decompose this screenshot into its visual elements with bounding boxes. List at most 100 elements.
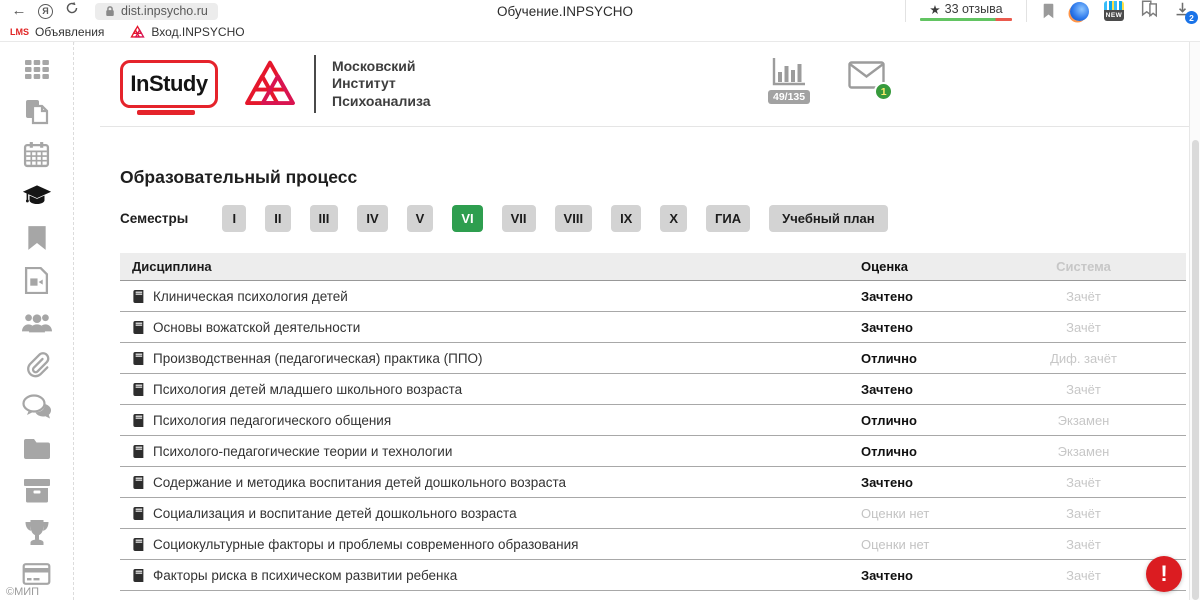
sidebar-item-education[interactable] bbox=[22, 181, 52, 211]
semester-tab-gia[interactable]: ГИА bbox=[706, 205, 750, 232]
downloads-button[interactable]: 2 bbox=[1174, 1, 1194, 21]
collections-icon bbox=[1139, 0, 1159, 18]
discipline-name: Содержание и методика воспитания детей д… bbox=[153, 475, 566, 490]
lms-favicon: LMS bbox=[10, 27, 29, 37]
grading-system: Экзамен bbox=[981, 444, 1186, 459]
semester-tab-3[interactable]: III bbox=[310, 205, 339, 232]
documents-icon bbox=[24, 99, 50, 125]
grade-value: Отлично bbox=[861, 444, 981, 459]
grade-value: Зачтено bbox=[861, 320, 981, 335]
bookmark-item-ads[interactable]: LMS Объявления bbox=[10, 25, 104, 39]
folder-icon bbox=[23, 437, 51, 460]
sidebar-item-groups[interactable] bbox=[22, 307, 52, 337]
institute-name: Московский Институт Психоанализа bbox=[332, 58, 431, 109]
page-content: Образовательный процесс Семестры I II II… bbox=[75, 167, 1189, 591]
new-extension-button[interactable]: NEW bbox=[1104, 1, 1124, 21]
sidebar-item-files[interactable] bbox=[22, 433, 52, 463]
sidebar-item-archive[interactable] bbox=[22, 475, 52, 505]
grading-system: Зачёт bbox=[981, 382, 1186, 397]
semester-tab-8[interactable]: VIII bbox=[555, 205, 593, 232]
exclamation-icon: ! bbox=[1160, 563, 1167, 585]
bookmark-label: Объявления bbox=[35, 25, 104, 39]
table-row[interactable]: Психолого-педагогические теории и технол… bbox=[120, 436, 1186, 467]
instudy-logo[interactable]: InStudy bbox=[120, 60, 218, 108]
progress-stats-button[interactable]: 49/135 bbox=[768, 57, 810, 104]
semester-tab-2[interactable]: II bbox=[265, 205, 290, 232]
page-title: Образовательный процесс bbox=[120, 167, 1189, 188]
sidebar-item-apps-grid[interactable] bbox=[22, 55, 52, 85]
grade-value: Оценки нет bbox=[861, 506, 981, 521]
mip-favicon bbox=[130, 25, 145, 39]
semester-tab-5[interactable]: V bbox=[407, 205, 434, 232]
url-text: dist.inpsycho.ru bbox=[121, 4, 208, 18]
main-area: InStudy Московский Институт Психоанализа bbox=[75, 42, 1189, 600]
discipline-name: Социокультурные факторы и проблемы совре… bbox=[153, 537, 578, 552]
semester-tab-6-active[interactable]: VI bbox=[452, 205, 482, 232]
address-bar[interactable]: dist.inpsycho.ru bbox=[95, 3, 218, 20]
semester-tab-9[interactable]: IX bbox=[611, 205, 641, 232]
table-row[interactable]: Факторы риска в психическом развитии реб… bbox=[120, 560, 1186, 591]
book-icon bbox=[132, 383, 145, 396]
table-row[interactable]: Психология детей младшего школьного возр… bbox=[120, 374, 1186, 405]
back-button[interactable]: ← bbox=[6, 0, 32, 22]
mail-button[interactable]: 1 bbox=[848, 61, 885, 94]
book-icon bbox=[132, 352, 145, 365]
app-sidebar bbox=[0, 42, 74, 600]
bookmark-flag-button[interactable] bbox=[1042, 3, 1055, 19]
semester-tab-7[interactable]: VII bbox=[502, 205, 536, 232]
sidebar-item-messages[interactable] bbox=[22, 391, 52, 421]
institute-name-line: Психоанализа bbox=[332, 93, 431, 110]
semester-tab-4[interactable]: IV bbox=[357, 205, 387, 232]
bookmark-item-login[interactable]: Вход.INPSYCHO bbox=[130, 25, 244, 39]
sidebar-item-calendar[interactable] bbox=[22, 139, 52, 169]
book-icon bbox=[132, 569, 145, 582]
bookmark-label: Вход.INPSYCHO bbox=[151, 25, 244, 39]
trophy-icon bbox=[24, 519, 50, 546]
download-count-badge: 2 bbox=[1185, 11, 1198, 24]
curriculum-plan-button[interactable]: Учебный план bbox=[769, 205, 887, 232]
table-row[interactable]: Социализация и воспитание детей дошкольн… bbox=[120, 498, 1186, 529]
grade-value: Оценки нет bbox=[861, 537, 981, 552]
bookmark-icon bbox=[26, 225, 48, 251]
yandex-icon[interactable]: Я bbox=[38, 4, 53, 19]
table-row[interactable]: Производственная (педагогическая) практи… bbox=[120, 343, 1186, 374]
users-icon bbox=[22, 310, 52, 334]
refresh-button[interactable] bbox=[59, 0, 85, 22]
sidebar-item-bookmarks[interactable] bbox=[22, 223, 52, 253]
table-row[interactable]: Психология педагогического общения Отлич… bbox=[120, 405, 1186, 436]
progress-badge: 49/135 bbox=[768, 90, 810, 104]
semester-tab-10[interactable]: X bbox=[660, 205, 687, 232]
table-row[interactable]: Клиническая психология детей Зачтено Зач… bbox=[120, 281, 1186, 312]
sidebar-item-achievements[interactable] bbox=[22, 517, 52, 547]
table-row[interactable]: Содержание и методика воспитания детей д… bbox=[120, 467, 1186, 498]
sidebar-item-payments[interactable] bbox=[22, 559, 52, 589]
sidebar-item-attachments[interactable] bbox=[22, 349, 52, 379]
page-scrollbar[interactable] bbox=[1189, 42, 1200, 600]
discipline-name: Психолого-педагогические теории и технол… bbox=[153, 444, 452, 459]
sidebar-item-video-lectures[interactable] bbox=[22, 265, 52, 295]
semester-tab-1[interactable]: I bbox=[222, 205, 246, 232]
grid-icon bbox=[24, 58, 50, 82]
institute-name-line: Институт bbox=[332, 75, 431, 92]
archive-box-icon bbox=[23, 478, 51, 503]
discipline-name: Социализация и воспитание детей дошкольн… bbox=[153, 506, 517, 521]
app-header: InStudy Московский Институт Психоанализа bbox=[100, 42, 1189, 127]
grade-value: Зачтено bbox=[861, 568, 981, 583]
sidebar-item-documents[interactable] bbox=[22, 97, 52, 127]
alert-notification-button[interactable]: ! bbox=[1146, 556, 1182, 592]
grading-system: Экзамен bbox=[981, 413, 1186, 428]
semester-tabs: Семестры I II III IV V VI VII VIII IX X … bbox=[120, 205, 1189, 232]
book-icon bbox=[132, 321, 145, 334]
institute-lockup: Московский Институт Психоанализа bbox=[242, 55, 431, 113]
site-reviews-widget[interactable]: ★ 33 отзыва bbox=[905, 0, 1027, 22]
copyright-mip: ©МИП bbox=[6, 586, 39, 598]
refresh-icon bbox=[65, 1, 79, 15]
table-row[interactable]: Основы вожатской деятельности Зачтено За… bbox=[120, 312, 1186, 343]
browser-extension-icon[interactable] bbox=[1070, 2, 1089, 21]
book-icon bbox=[132, 290, 145, 303]
book-icon bbox=[132, 414, 145, 427]
collections-button[interactable] bbox=[1139, 0, 1159, 23]
table-row[interactable]: Социокультурные факторы и проблемы совре… bbox=[120, 529, 1186, 560]
star-icon: ★ bbox=[929, 2, 940, 17]
scrollbar-thumb[interactable] bbox=[1192, 140, 1199, 600]
